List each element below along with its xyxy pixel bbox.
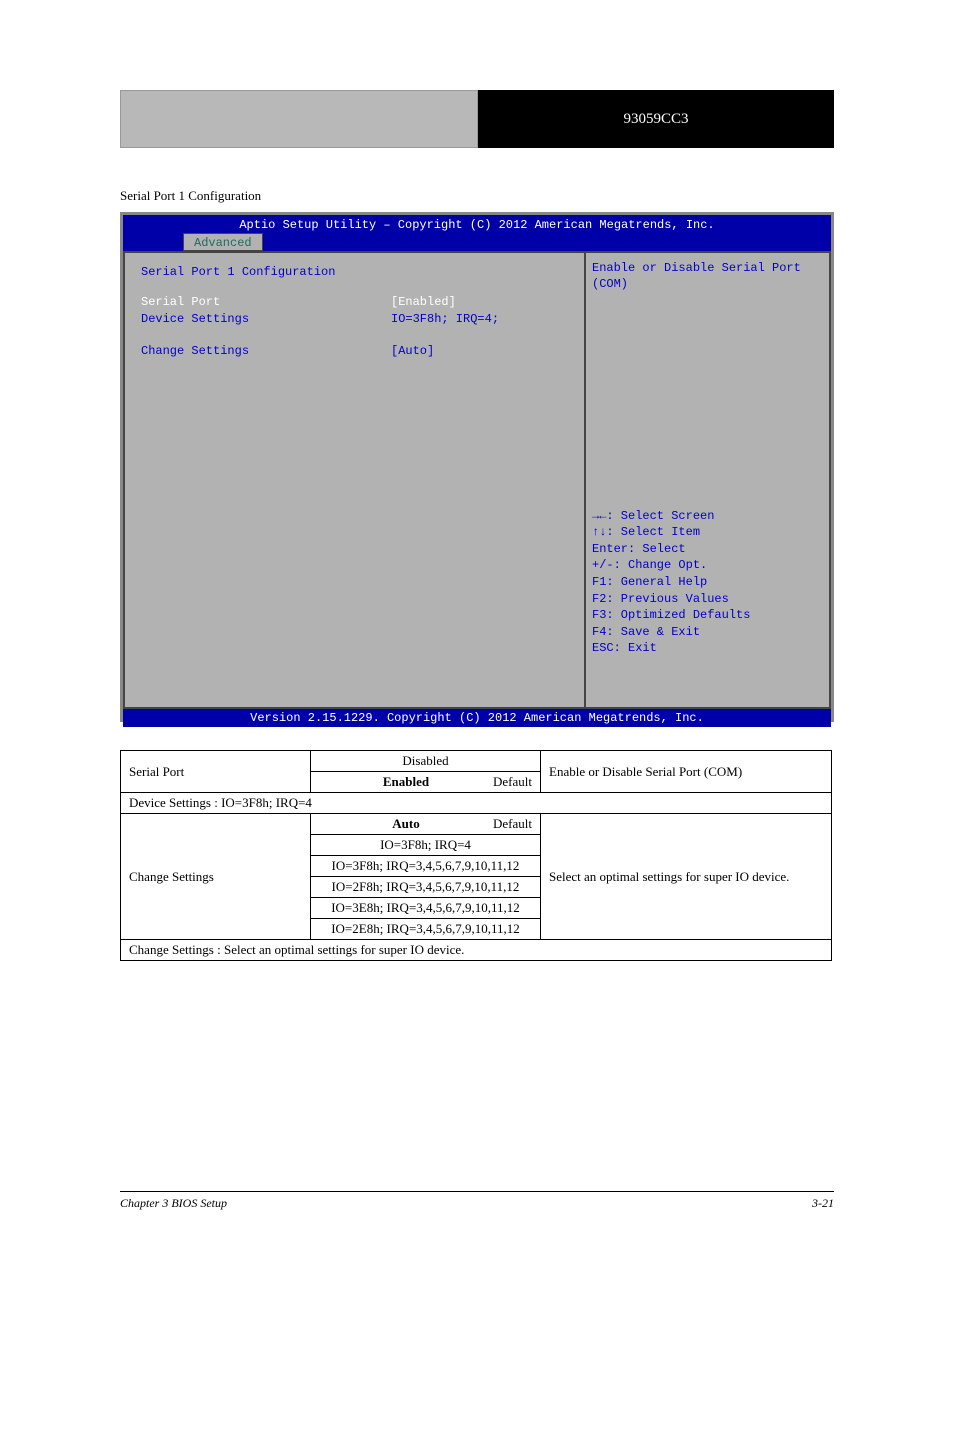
bios-value-device-settings: IO=3F8h; IRQ=4; — [391, 312, 499, 328]
bios-title: Aptio Setup Utility – Copyright (C) 2012… — [123, 215, 831, 233]
cell-option-bold: Enabled — [383, 774, 429, 789]
bios-value-serial-port: [Enabled] — [391, 295, 456, 311]
bios-tab-row: Advanced — [123, 233, 831, 251]
cell-serial-port-label: Serial Port — [121, 751, 311, 793]
page-header: 93059CC3 — [120, 90, 834, 148]
tab-advanced[interactable]: Advanced — [183, 233, 263, 251]
bios-label-device-settings: Device Settings — [141, 312, 391, 328]
cell-default-hint: Default — [493, 816, 532, 832]
bios-key-line: +/-: Change Opt. — [592, 558, 823, 574]
cell-option: Disabled — [311, 751, 541, 772]
cell-option: IO=2E8h; IRQ=3,4,5,6,7,9,10,11,12 — [311, 919, 541, 940]
bios-help-text: Enable or Disable Serial Port (COM) — [592, 261, 823, 292]
cell-option-bold: Auto — [392, 816, 419, 831]
bios-value-change-settings: [Auto] — [391, 344, 434, 360]
bios-row-serial-port[interactable]: Serial Port [Enabled] — [141, 295, 578, 311]
bios-help-line: (COM) — [592, 277, 823, 293]
table-row-note: Change Settings : Select an optimal sett… — [121, 940, 832, 961]
header-left — [120, 90, 478, 148]
bios-help-line: Enable or Disable Serial Port — [592, 261, 823, 277]
bios-row-device-settings: Device Settings IO=3F8h; IRQ=4; — [141, 312, 578, 328]
bios-key-line: F1: General Help — [592, 575, 823, 591]
section-heading: Serial Port 1 Configuration — [120, 188, 834, 204]
bios-footer: Version 2.15.1229. Copyright (C) 2012 Am… — [123, 709, 831, 727]
bios-panel-heading: Serial Port 1 Configuration — [141, 265, 578, 281]
cell-option: IO=3F8h; IRQ=3,4,5,6,7,9,10,11,12 — [311, 856, 541, 877]
bios-key-line: F3: Optimized Defaults — [592, 608, 823, 624]
cell-option: Enabled Default — [311, 772, 541, 793]
bios-key-line: F4: Save & Exit — [592, 625, 823, 641]
options-table: Serial Port Disabled Enable or Disable S… — [120, 750, 832, 961]
header-right: 93059CC3 — [478, 90, 834, 148]
cell-option: IO=2F8h; IRQ=3,4,5,6,7,9,10,11,12 — [311, 877, 541, 898]
footer-left: Chapter 3 BIOS Setup — [120, 1196, 227, 1211]
cell-option: IO=3E8h; IRQ=3,4,5,6,7,9,10,11,12 — [311, 898, 541, 919]
bios-help-panel: Enable or Disable Serial Port (COM) →←: … — [586, 251, 831, 709]
table-row-device-settings: Device Settings : IO=3F8h; IRQ=4 — [121, 793, 832, 814]
cell-serial-port-desc: Enable or Disable Serial Port (COM) — [541, 751, 832, 793]
table-row: Serial Port Disabled Enable or Disable S… — [121, 751, 832, 772]
cell-option: IO=3F8h; IRQ=4 — [311, 835, 541, 856]
cell-option: Auto Default — [311, 814, 541, 835]
bios-screenshot: Aptio Setup Utility – Copyright (C) 2012… — [120, 212, 834, 722]
bios-key-legend: →←: Select Screen ↑↓: Select Item Enter:… — [592, 509, 823, 699]
bios-key-line: →←: Select Screen — [592, 509, 823, 525]
footer-right: 3-21 — [812, 1196, 834, 1211]
bios-key-line: F2: Previous Values — [592, 592, 823, 608]
bios-label-serial-port: Serial Port — [141, 295, 391, 311]
header-right-label: 93059CC3 — [623, 111, 688, 128]
bios-main-panel: Serial Port 1 Configuration Serial Port … — [123, 251, 586, 709]
cell-default-hint: Default — [493, 774, 532, 790]
bios-label-change-settings: Change Settings — [141, 344, 391, 360]
cell-change-settings-label: Change Settings — [121, 814, 311, 940]
cell-change-settings-note: Change Settings : Select an optimal sett… — [121, 940, 832, 961]
page-footer: Chapter 3 BIOS Setup 3-21 — [120, 1191, 834, 1211]
bios-key-line: ↑↓: Select Item — [592, 525, 823, 541]
bios-row-change-settings[interactable]: Change Settings [Auto] — [141, 344, 578, 360]
bios-key-line: ESC: Exit — [592, 641, 823, 657]
table-row: Change Settings Auto Default Select an o… — [121, 814, 832, 835]
cell-device-settings: Device Settings : IO=3F8h; IRQ=4 — [121, 793, 832, 814]
bios-key-line: Enter: Select — [592, 542, 823, 558]
cell-change-settings-desc: Select an optimal settings for super IO … — [541, 814, 832, 940]
